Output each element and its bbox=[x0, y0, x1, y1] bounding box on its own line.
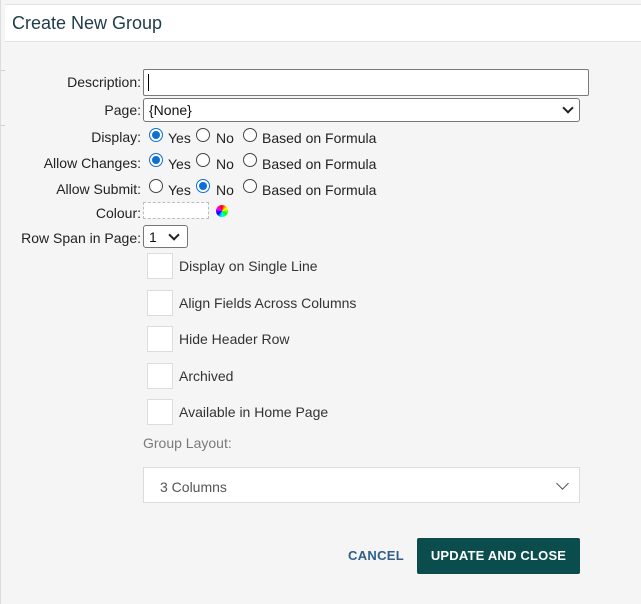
update-and-close-button[interactable]: UPDATE AND CLOSE bbox=[417, 538, 580, 574]
archived-label: Archived bbox=[179, 368, 234, 384]
display-single-line-label: Display on Single Line bbox=[179, 258, 318, 274]
group-layout-value: 3 Columns bbox=[160, 479, 227, 495]
text-caret bbox=[148, 74, 149, 91]
allow-changes-yes-label: Yes bbox=[168, 156, 191, 172]
page-select-value: {None} bbox=[149, 102, 192, 118]
allow-changes-radio-group: Yes No Based on Formula bbox=[149, 153, 449, 173]
display-label: Display: bbox=[91, 129, 141, 145]
allow-changes-formula-label: Based on Formula bbox=[262, 156, 377, 172]
allow-submit-yes-radio[interactable] bbox=[149, 179, 163, 193]
checkbox-row-hide-header: Hide Header Row bbox=[147, 326, 447, 352]
display-single-line-checkbox[interactable] bbox=[147, 253, 173, 279]
chevron-down-icon bbox=[168, 229, 180, 241]
checkbox-row-archived: Archived bbox=[147, 363, 447, 389]
align-fields-label: Align Fields Across Columns bbox=[179, 295, 357, 311]
display-radio-group: Yes No Based on Formula bbox=[149, 128, 449, 148]
display-formula-label: Based on Formula bbox=[262, 130, 377, 146]
page-label: Page: bbox=[104, 102, 141, 118]
allow-changes-label: Allow Changes: bbox=[43, 155, 141, 171]
row-span-label: Row Span in Page: bbox=[21, 230, 141, 246]
chevron-down-icon bbox=[562, 102, 574, 114]
dialog-header: Create New Group bbox=[5, 4, 641, 42]
create-group-dialog: Create New Group Description: Page: {Non… bbox=[0, 0, 641, 604]
allow-changes-no-label: No bbox=[216, 156, 234, 172]
description-input[interactable] bbox=[143, 69, 589, 96]
colour-wheel-icon[interactable] bbox=[216, 205, 228, 217]
display-no-radio[interactable] bbox=[196, 128, 210, 142]
allow-submit-label: Allow Submit: bbox=[56, 181, 141, 197]
hide-header-row-checkbox[interactable] bbox=[147, 326, 173, 352]
allow-changes-yes-radio[interactable] bbox=[149, 153, 163, 167]
allow-submit-no-radio[interactable] bbox=[196, 179, 210, 193]
colour-label: Colour: bbox=[95, 205, 141, 221]
colour-picker-field[interactable] bbox=[143, 202, 209, 219]
allow-changes-no-radio[interactable] bbox=[196, 153, 210, 167]
allow-changes-formula-radio[interactable] bbox=[243, 153, 257, 167]
allow-submit-formula-radio[interactable] bbox=[243, 179, 257, 193]
page-select[interactable]: {None} bbox=[143, 98, 580, 122]
checkbox-row-home-page: Available in Home Page bbox=[147, 399, 447, 425]
hide-header-row-label: Hide Header Row bbox=[179, 331, 290, 347]
display-yes-label: Yes bbox=[168, 130, 191, 146]
available-home-page-label: Available in Home Page bbox=[179, 404, 329, 420]
group-layout-select[interactable]: 3 Columns bbox=[143, 467, 580, 503]
available-home-page-checkbox[interactable] bbox=[147, 399, 173, 425]
checkbox-row-single-line: Display on Single Line bbox=[147, 253, 447, 279]
dialog-title: Create New Group bbox=[12, 13, 163, 33]
allow-submit-no-label: No bbox=[216, 182, 234, 198]
row-span-select[interactable]: 1 bbox=[143, 225, 188, 248]
display-yes-radio[interactable] bbox=[149, 128, 163, 142]
row-span-value: 1 bbox=[149, 229, 157, 245]
group-layout-label: Group Layout: bbox=[143, 435, 232, 451]
allow-submit-formula-label: Based on Formula bbox=[262, 182, 377, 198]
allow-submit-yes-label: Yes bbox=[168, 182, 191, 198]
cancel-button[interactable]: CANCEL bbox=[343, 540, 409, 572]
display-formula-radio[interactable] bbox=[243, 128, 257, 142]
checkbox-row-align-fields: Align Fields Across Columns bbox=[147, 290, 447, 316]
description-label: Description: bbox=[67, 74, 141, 90]
archived-checkbox[interactable] bbox=[147, 363, 173, 389]
background-divider bbox=[1, 70, 5, 126]
chevron-down-icon bbox=[556, 477, 569, 490]
display-no-label: No bbox=[216, 130, 234, 146]
align-fields-checkbox[interactable] bbox=[147, 290, 173, 316]
allow-submit-radio-group: Yes No Based on Formula bbox=[149, 179, 449, 199]
